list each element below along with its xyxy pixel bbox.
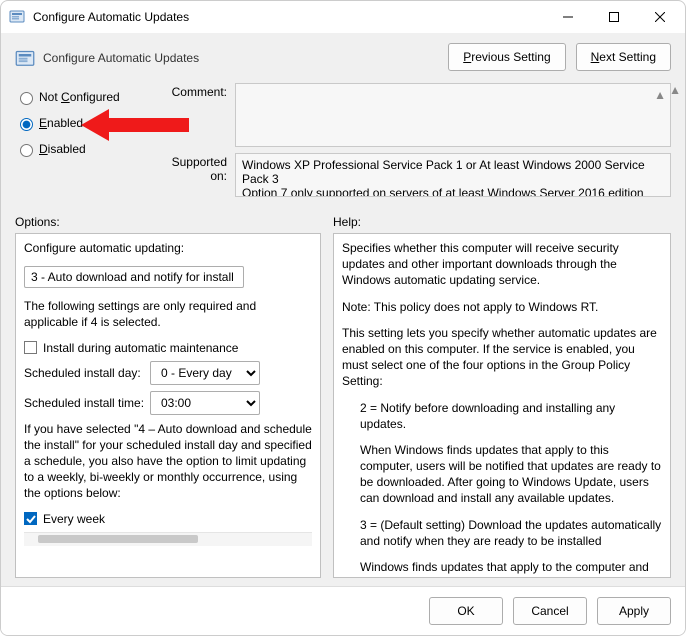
help-text: This setting lets you specify whether au… bbox=[342, 325, 662, 390]
help-text: Note: This policy does not apply to Wind… bbox=[342, 299, 662, 315]
titlebar: Configure Automatic Updates bbox=[1, 1, 685, 33]
install-time-select[interactable]: 03:00 bbox=[150, 391, 260, 415]
help-text: 2 = Notify before downloading and instal… bbox=[342, 400, 662, 432]
policy-icon bbox=[15, 49, 35, 69]
every-week-checkbox[interactable]: Every week bbox=[24, 512, 312, 526]
install-during-maintenance-checkbox[interactable]: Install during automatic maintenance bbox=[24, 341, 312, 355]
window-title: Configure Automatic Updates bbox=[33, 10, 545, 24]
close-button[interactable] bbox=[637, 2, 683, 32]
state-row: Not Configured Enabled Disabled Comment:… bbox=[1, 79, 685, 205]
configure-updating-select[interactable]: 3 - Auto download and notify for install bbox=[24, 266, 244, 288]
install-time-label: Scheduled install time: bbox=[24, 396, 150, 410]
cancel-button[interactable]: Cancel bbox=[513, 597, 587, 625]
comment-label: Comment: bbox=[155, 83, 235, 147]
help-text: 3 = (Default setting) Download the updat… bbox=[342, 517, 662, 549]
install-day-select[interactable]: 0 - Every day bbox=[150, 361, 260, 385]
configure-updating-label: Configure automatic updating: bbox=[24, 240, 312, 256]
horizontal-scrollbar[interactable] bbox=[24, 532, 312, 546]
scroll-up-icon: ▲ bbox=[654, 88, 666, 102]
radio-enabled[interactable]: Enabled bbox=[15, 111, 155, 135]
dialog-footer: OK Cancel Apply bbox=[1, 586, 685, 635]
comment-textarea[interactable]: ▲ bbox=[235, 83, 671, 147]
next-setting-button[interactable]: Next Setting bbox=[576, 43, 671, 71]
schedule-note: If you have selected "4 – Auto download … bbox=[24, 421, 312, 502]
help-panel: Specifies whether this computer will rec… bbox=[333, 233, 671, 578]
previous-setting-button[interactable]: Previous Setting bbox=[448, 43, 565, 71]
minimize-button[interactable] bbox=[545, 2, 591, 32]
install-day-label: Scheduled install day: bbox=[24, 366, 150, 380]
radio-not-configured[interactable]: Not Configured bbox=[15, 85, 155, 109]
state-radios: Not Configured Enabled Disabled bbox=[15, 83, 155, 163]
policy-icon bbox=[9, 9, 25, 25]
help-text: Windows finds updates that apply to the … bbox=[342, 559, 662, 575]
radio-disabled[interactable]: Disabled bbox=[15, 137, 155, 161]
maximize-button[interactable] bbox=[591, 2, 637, 32]
help-label: Help: bbox=[333, 215, 361, 229]
help-text: Specifies whether this computer will rec… bbox=[342, 240, 662, 289]
header: Configure Automatic Updates Previous Set… bbox=[1, 33, 685, 79]
header-title: Configure Automatic Updates bbox=[43, 43, 448, 65]
supported-label: Supported on: bbox=[155, 153, 235, 197]
options-label: Options: bbox=[15, 215, 333, 229]
options-panel: Configure automatic updating: 3 - Auto d… bbox=[15, 233, 321, 578]
ok-button[interactable]: OK bbox=[429, 597, 503, 625]
options-note: The following settings are only required… bbox=[24, 298, 312, 330]
supported-text: Windows XP Professional Service Pack 1 o… bbox=[235, 153, 671, 197]
help-text: When Windows finds updates that apply to… bbox=[342, 442, 662, 507]
dialog-window: Configure Automatic Updates Configure Au… bbox=[0, 0, 686, 636]
apply-button[interactable]: Apply bbox=[597, 597, 671, 625]
